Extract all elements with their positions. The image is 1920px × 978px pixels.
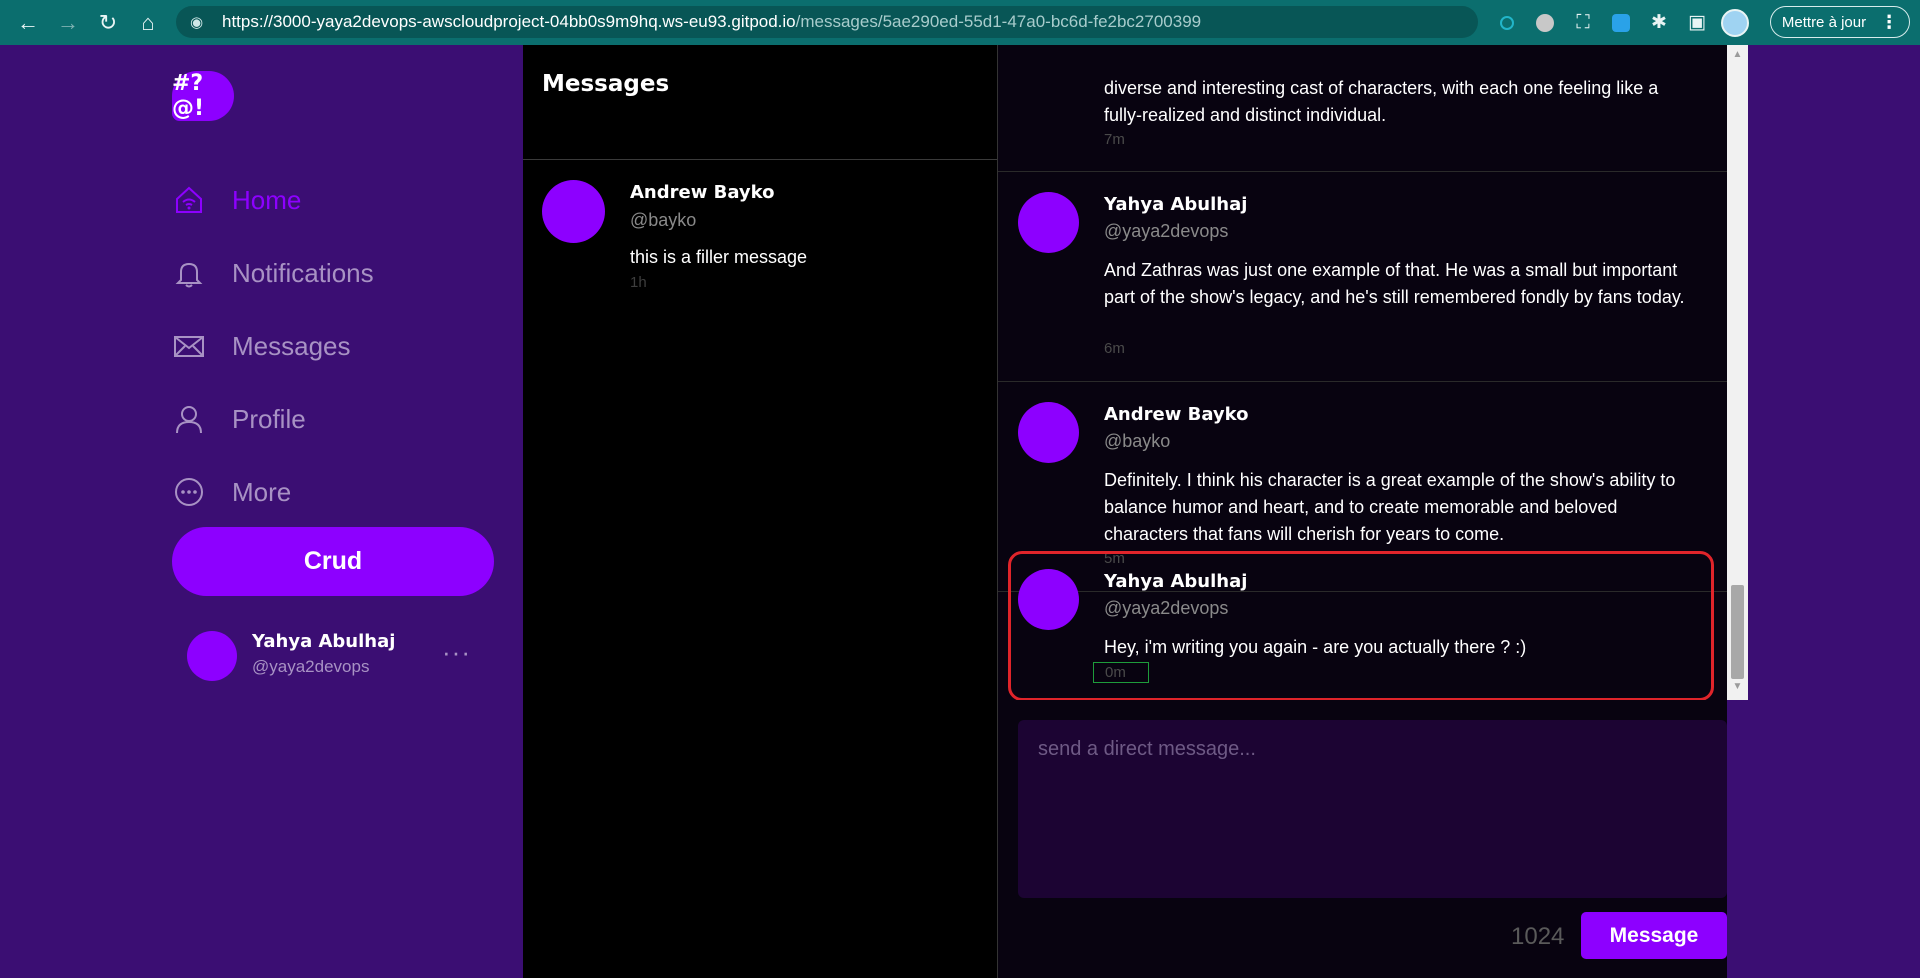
message-item: Yahya Abulhaj @yaya2devops And Zathras w… [998,172,1727,382]
browser-toolbar: ← → ↻ ⌂ ◉ https://3000-yaya2devops-awscl… [0,0,1920,45]
message-author-handle: @bayko [1104,431,1171,451]
url-path: /messages/5ae290ed-55d1-47a0-bc6d-fe2bc2… [795,12,1202,31]
message-list[interactable]: diverse and interesting cast of characte… [998,45,1727,700]
message-groups-panel: Messages Andrew Bayko @bayko this is a f… [523,45,997,978]
send-message-button[interactable]: Message [1581,912,1727,959]
update-button[interactable]: Mettre à jour ⋮ [1770,6,1910,38]
message-time: 7m [1104,131,1125,148]
group-handle: @bayko [630,210,697,230]
message-text: Hey, i'm writing you again - are you act… [1104,637,1527,657]
profile-avatar-icon[interactable] [1720,8,1750,38]
address-bar[interactable]: ◉ https://3000-yaya2devops-awscloudproje… [176,6,1478,38]
sidebar-item-home[interactable]: Home [172,175,472,225]
groups-header: Messages [523,45,997,160]
screenshot-icon[interactable]: ⛶ [1568,8,1598,38]
avatar [187,631,237,681]
url-host: https://3000-yaya2devops-awscloudproject… [222,12,796,31]
message-author-handle: @yaya2devops [1104,598,1229,618]
home-wifi-icon [172,183,206,217]
direct-message-input[interactable]: send a direct message... [1018,720,1727,898]
sidebar-item-label: Home [232,184,302,215]
extension-grey-icon[interactable] [1530,8,1560,38]
message-item: diverse and interesting cast of characte… [998,45,1727,172]
group-time: 1h [630,274,647,291]
current-user: Yahya Abulhaj @yaya2devops ··· [187,627,487,682]
message-time: 0m [1093,662,1149,683]
site-info-icon[interactable]: ◉ [190,13,212,31]
forward-icon[interactable]: → [48,0,88,45]
sidebar-item-label: More [232,476,292,507]
message-author-handle: @yaya2devops [1104,221,1229,241]
message-time: 6m [1104,340,1125,357]
message-text: diverse and interesting cast of characte… [1104,78,1659,125]
extension-blue-icon[interactable] [1606,8,1636,38]
extensions-area: ⛶ ✱ ▣ [1492,0,1750,45]
scroll-down-arrow-icon[interactable]: ▼ [1727,681,1748,695]
home-icon[interactable]: ⌂ [128,0,168,45]
message-group-item[interactable]: Andrew Bayko @bayko this is a filler mes… [523,160,997,291]
current-user-handle: @yaya2devops [252,657,370,676]
puzzle-icon[interactable]: ✱ [1644,8,1674,38]
sidebar-item-profile[interactable]: Profile [172,394,472,444]
sidepanel-icon[interactable]: ▣ [1682,8,1712,38]
more-circle-icon [172,475,206,509]
app: #?@! Home Notifications Messages Profile… [0,45,1920,978]
avatar [1018,192,1079,253]
bell-icon [172,256,206,290]
crud-button[interactable]: Crud [172,527,494,596]
right-background [1748,45,1920,978]
messages-panel: diverse and interesting cast of characte… [998,45,1727,978]
scroll-thumb[interactable] [1731,585,1744,679]
highlighted-message-item: Yahya Abulhaj @yaya2devops Hey, i'm writ… [1008,551,1714,700]
message-author-name: Yahya Abulhaj [1104,194,1248,215]
sidebar-item-more[interactable]: More [172,467,472,517]
sidebar-item-notifications[interactable]: Notifications [172,248,472,298]
group-last-message: this is a filler message [630,247,808,267]
message-list-scrollbar[interactable]: ▲ ▼ [1727,45,1748,700]
scroll-up-arrow-icon[interactable]: ▲ [1727,49,1748,63]
avatar [1018,402,1079,463]
sidebar-item-messages[interactable]: Messages [172,321,472,371]
update-button-label: Mettre à jour [1781,13,1867,31]
reload-icon[interactable]: ↻ [88,0,128,45]
message-author-name: Andrew Bayko [1104,404,1249,425]
back-icon[interactable]: ← [8,0,48,45]
sidebar-item-label: Notifications [232,257,374,288]
avatar [542,180,605,243]
sidebar-item-label: Messages [232,330,351,361]
person-icon [172,402,206,436]
extension-ring-icon[interactable] [1492,8,1522,38]
browser-menu-icon[interactable]: ⋮ [1880,12,1898,33]
user-more-icon[interactable]: ··· [442,637,471,668]
message-text: Definitely. I think his character is a g… [1104,470,1676,544]
character-counter: 1024 [1511,923,1565,950]
envelope-icon [172,329,206,363]
message-text: And Zathras was just one example of that… [1104,260,1685,307]
current-user-name: Yahya Abulhaj [252,631,396,652]
logo[interactable]: #?@! [172,71,234,121]
group-name: Andrew Bayko [630,182,775,203]
message-author-name: Yahya Abulhaj [1104,571,1248,592]
page-title: Messages [542,71,670,97]
sidebar-item-label: Profile [232,403,306,434]
avatar [1018,569,1079,630]
